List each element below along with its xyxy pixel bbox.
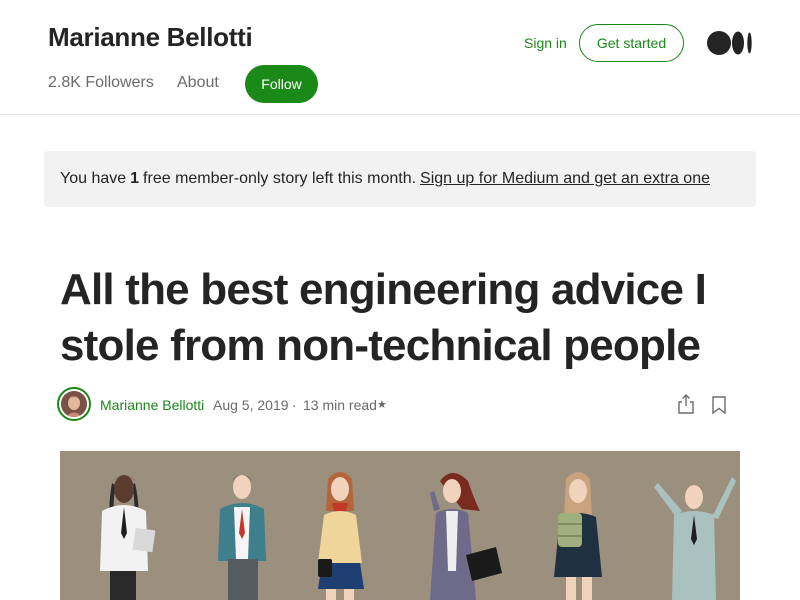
- banner-suffix: free member-only story left this month.: [143, 170, 417, 187]
- sign-in-link[interactable]: Sign in: [524, 35, 567, 51]
- byline-author-link[interactable]: Marianne Bellotti: [100, 397, 204, 413]
- bookmark-icon[interactable]: [711, 396, 727, 414]
- hero-illustration: [60, 451, 740, 600]
- member-story-banner: You have 1 free member-only story left t…: [44, 151, 756, 207]
- share-icon[interactable]: [677, 394, 695, 414]
- followers-link[interactable]: 2.8K Followers: [48, 74, 154, 92]
- article-byline: Marianne Bellotti Aug 5, 2019 · 13 min r…: [57, 387, 747, 423]
- article-title: All the best engineering advice I stole …: [60, 265, 707, 370]
- author-profile-name[interactable]: Marianne Bellotti: [48, 22, 253, 53]
- publish-date: Aug 5, 2019: [213, 397, 289, 413]
- signup-extra-story-link[interactable]: Sign up for Medium and get an extra one: [420, 170, 710, 188]
- banner-story-count: 1: [130, 170, 140, 187]
- profile-header: Marianne Bellotti 2.8K Followers About F…: [0, 0, 800, 115]
- member-star-icon: ★: [377, 399, 387, 411]
- get-started-button[interactable]: Get started: [579, 24, 684, 62]
- people-illustration: [60, 451, 740, 600]
- avatar-photo: [61, 391, 87, 417]
- byline-separator: ·: [292, 397, 297, 413]
- avatar-portrait-icon: [61, 391, 87, 417]
- follow-button[interactable]: Follow: [245, 65, 318, 103]
- medium-logo-icon[interactable]: [707, 30, 753, 56]
- about-link[interactable]: About: [177, 74, 219, 92]
- read-time: 13 min read: [303, 397, 377, 413]
- banner-prefix: You have: [60, 170, 127, 187]
- avatar[interactable]: [57, 387, 91, 421]
